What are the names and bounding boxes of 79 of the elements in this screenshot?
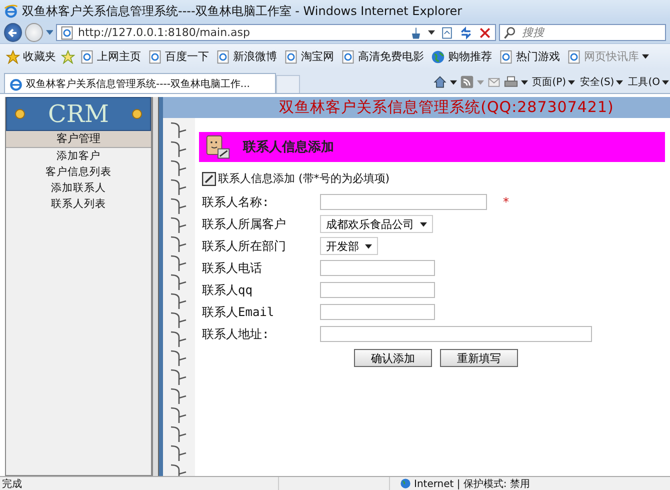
command-menu[interactable]: 页面(P)	[531, 75, 576, 89]
globe-icon	[431, 50, 445, 64]
contact-card-icon	[205, 134, 231, 160]
field-label: 联系人地址:	[202, 326, 270, 342]
status-text: 完成	[2, 478, 22, 490]
form-button[interactable]: 重新填写	[440, 349, 518, 367]
favorite-link[interactable]: 高清免费电影	[339, 49, 426, 64]
dropdown-select[interactable]: 开发部	[320, 237, 378, 255]
logo-text: CRM	[48, 100, 109, 128]
search-icon[interactable]	[502, 26, 517, 40]
menu-link[interactable]: 添加客户	[6, 148, 151, 164]
printer-icon[interactable]	[504, 75, 518, 89]
input-field[interactable]	[320, 282, 435, 298]
favorites-button[interactable]: 收藏夹	[4, 49, 58, 64]
caret-icon	[568, 80, 576, 84]
command-menu[interactable]: 工具(O	[627, 75, 670, 89]
input-field[interactable]	[320, 260, 435, 276]
dropdown-caret-icon[interactable]	[450, 80, 458, 84]
caret-icon	[616, 80, 624, 84]
favorite-link[interactable]: 购物推荐	[429, 49, 494, 64]
field-label: 联系人电话	[202, 260, 263, 276]
dropdown-caret-icon[interactable]	[521, 80, 528, 84]
favorite-link[interactable]: 淘宝网	[282, 49, 336, 64]
dropdown-select[interactable]: 成都欢乐食品公司	[320, 215, 433, 233]
favorite-link[interactable]: 百度一下	[146, 49, 211, 64]
favorite-link[interactable]: 新浪微博	[214, 49, 279, 64]
caret-icon	[662, 80, 669, 84]
mail-icon[interactable]	[487, 75, 502, 89]
page-icon	[284, 50, 298, 64]
command-menu[interactable]: 安全(S)	[579, 75, 624, 89]
page-icon	[80, 50, 94, 64]
field-label: 联系人Email	[202, 304, 276, 320]
caret-icon	[365, 244, 372, 248]
refresh-icon[interactable]	[458, 26, 473, 40]
field-label: 联系人名称:	[202, 194, 270, 210]
menu-link[interactable]: 联系人列表	[6, 196, 151, 212]
page-icon	[148, 50, 162, 64]
menu-link[interactable]: 添加联系人	[6, 180, 151, 196]
caret-icon	[642, 54, 649, 59]
caret-icon[interactable]	[428, 30, 435, 35]
browser-tab[interactable]: 双鱼林客户关系信息管理系统----双鱼林电脑工作...	[4, 73, 276, 93]
banner-title: 双鱼林客户关系信息管理系统(QQ:287307421)	[279, 98, 614, 117]
window-title: 双鱼林客户关系信息管理系统----双鱼林电脑工作室 - Windows Internet Explorer	[22, 2, 462, 20]
favorite-link[interactable]: 上网主页	[78, 49, 143, 64]
form-note: 联系人信息添加 (带*号的为必填项)	[218, 171, 390, 186]
tab-title: 双鱼林客户关系信息管理系统----双鱼林电脑工作...	[26, 78, 250, 90]
splitter-bar[interactable]	[152, 97, 159, 476]
globe-icon	[400, 478, 411, 489]
field-label: 联系人所在部门	[202, 238, 287, 254]
favorite-link[interactable]: 热门游戏	[497, 49, 562, 64]
stop-icon[interactable]	[478, 26, 492, 40]
input-field[interactable]	[320, 326, 592, 342]
caret-icon	[420, 222, 427, 226]
back-button[interactable]	[4, 23, 22, 42]
ie-logo-icon	[9, 76, 23, 90]
home-icon[interactable]	[433, 75, 448, 89]
dot-icon	[132, 109, 142, 119]
field-label: 联系人所属客户	[202, 216, 287, 232]
input-field[interactable]	[320, 194, 487, 210]
add-favorite-icon[interactable]	[61, 50, 75, 64]
menu-link[interactable]: 客户信息列表	[6, 164, 151, 180]
page-icon	[499, 50, 513, 64]
dot-icon	[15, 109, 25, 119]
page-icon	[567, 50, 581, 64]
star-icon	[6, 50, 20, 64]
required-mark: *	[503, 195, 509, 209]
page-icon	[216, 50, 230, 64]
field-label: 联系人qq	[202, 282, 254, 298]
form-title: 联系人信息添加	[243, 138, 334, 156]
menu-section-header: 客户管理	[6, 131, 151, 148]
search-field[interactable]: 搜搜	[498, 24, 666, 41]
page-icon	[341, 50, 355, 64]
input-field[interactable]	[320, 304, 435, 320]
ie-logo-icon	[4, 4, 18, 18]
security-zone: Internet | 保护模式: 禁用	[414, 478, 530, 490]
edit-icon	[202, 172, 216, 186]
page-icon	[60, 26, 74, 40]
address-bar[interactable]: http://127.0.0.1:8180/main.asp	[56, 24, 496, 41]
form-button[interactable]: 确认添加	[354, 349, 432, 367]
